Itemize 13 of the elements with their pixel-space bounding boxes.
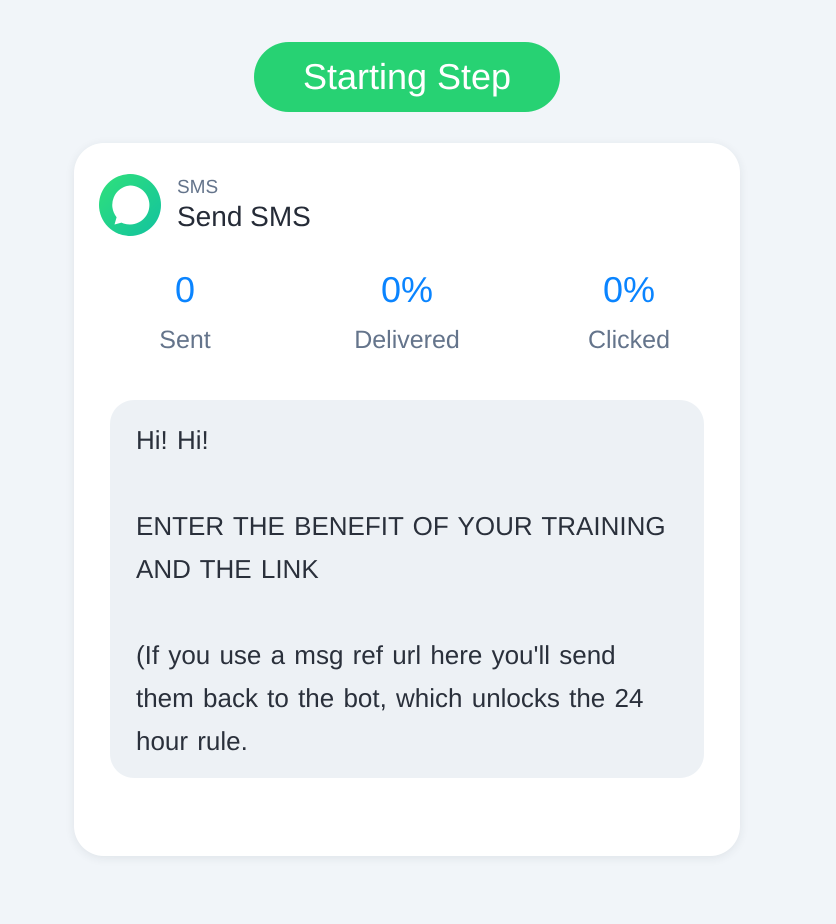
message-text: Hi! Hi! — [136, 424, 210, 457]
stat-value: 0% — [602, 268, 656, 312]
step-title: Send SMS — [177, 200, 311, 234]
channel-label: SMS — [177, 176, 220, 200]
stat-label: Sent — [159, 325, 211, 355]
stat-label: Delivered — [354, 325, 460, 355]
step-badge: Starting Step — [254, 42, 560, 112]
message-text: (If you use a msg ref url here you'll send them back to the bot, which unlocks the 24 hour rule. — [136, 639, 644, 758]
stat-value: 0 — [174, 268, 196, 312]
chat-bubble-icon — [99, 174, 161, 236]
message-text: ENTER THE BENEFIT OF YOUR TRAINING AND THE LINK — [136, 510, 667, 586]
stat-label: Clicked — [588, 325, 670, 355]
stat-value: 0% — [380, 268, 434, 312]
